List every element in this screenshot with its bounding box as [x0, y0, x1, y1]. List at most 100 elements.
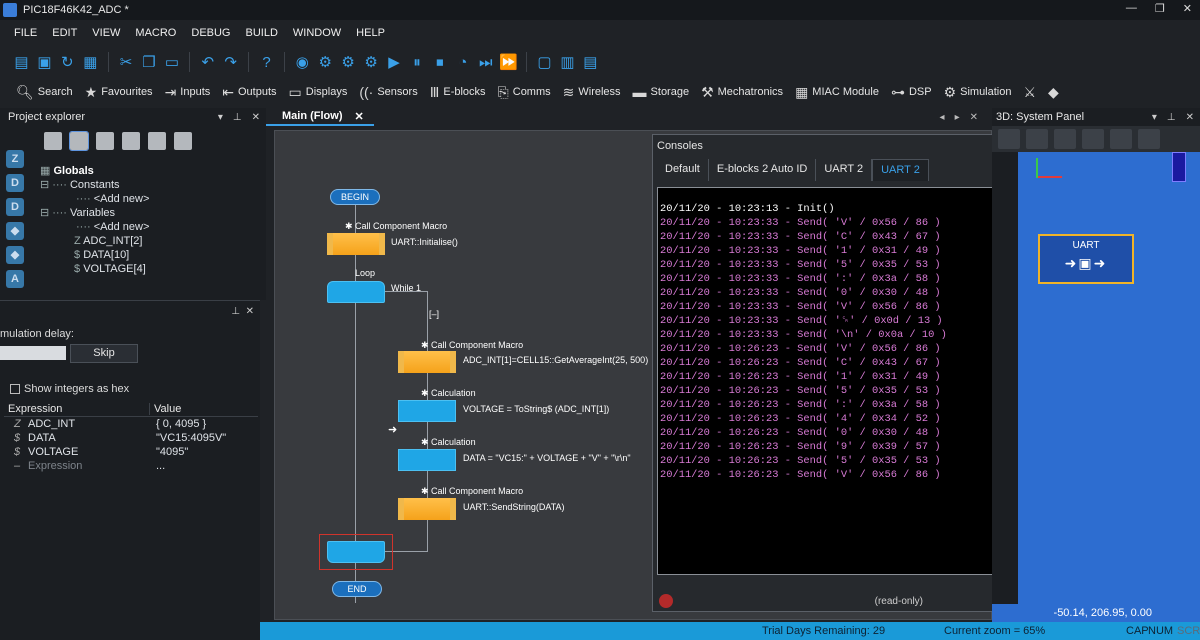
tree-globals[interactable]: ▦ Globals	[40, 164, 260, 178]
menu-macro[interactable]: MACRO	[135, 27, 176, 39]
sidebar-diamond-icon[interactable]: ◆	[6, 222, 24, 240]
sidebar-z-icon[interactable]: Z	[6, 150, 24, 168]
help-icon[interactable]: ?	[257, 51, 276, 73]
eblocks-button[interactable]: Ⅲ E-blocks	[430, 84, 486, 101]
menu-edit[interactable]: EDIT	[52, 27, 77, 39]
chip-icon[interactable]: ▥	[558, 51, 577, 73]
miac-button[interactable]: ▦ MIAC Module	[795, 84, 879, 101]
checkbox-box[interactable]	[10, 384, 20, 394]
menu-debug[interactable]: DEBUG	[191, 27, 230, 39]
cut-icon[interactable]: ✂	[117, 51, 136, 73]
cube-icon[interactable]	[1110, 129, 1132, 149]
select-icon[interactable]	[998, 129, 1020, 149]
skip-button[interactable]: Skip	[70, 344, 138, 363]
close-button[interactable]: ✕	[1183, 2, 1192, 15]
tree-variables[interactable]: ⊟ ···· Variables	[40, 206, 260, 220]
tree-var-adc-int[interactable]: Z ADC_INT[2]	[40, 234, 260, 248]
paste-icon[interactable]: ▭	[162, 51, 181, 73]
tab-main-flow[interactable]: Main (Flow) ✕	[266, 108, 374, 126]
dsp-button[interactable]: ⊶ DSP	[891, 84, 932, 101]
outputs-button[interactable]: ⇤ Outputs	[222, 84, 276, 101]
stop-icon[interactable]: ⏹	[430, 51, 449, 73]
tree-add-variable[interactable]: ···· <Add new>	[40, 220, 260, 234]
chevron-right-icon[interactable]: ▸	[955, 112, 960, 123]
simulation-button[interactable]: ⚙ Simulation	[944, 84, 1012, 101]
close-icon[interactable]: ✕	[246, 306, 254, 317]
calc2-block[interactable]	[398, 449, 456, 471]
displays-button[interactable]: ▭ Displays	[289, 84, 348, 101]
copy-icon[interactable]: ❐	[140, 51, 159, 73]
view-icon[interactable]: ◉	[293, 51, 312, 73]
console-output[interactable]: 20/11/20 - 10:23:13 - Init() 20/11/20 - 1…	[657, 187, 1003, 575]
loop-block[interactable]	[327, 281, 385, 303]
wireless-button[interactable]: ≋ Wireless	[563, 84, 621, 101]
minimize-button[interactable]: —	[1126, 2, 1137, 15]
table-row-add-expression[interactable]: – Expression ...	[4, 459, 258, 473]
chevron-left-icon[interactable]: ◂	[940, 112, 945, 123]
step-over-icon[interactable]: ⏩	[499, 51, 518, 73]
pause-icon[interactable]: ⏸	[408, 51, 427, 73]
tools-button[interactable]: ⚔	[1023, 84, 1036, 101]
pe-tool-ports-icon[interactable]	[44, 132, 62, 150]
begin-terminal[interactable]: BEGIN	[330, 189, 380, 205]
shapes-button[interactable]: ◆	[1048, 84, 1059, 101]
ccm1-block[interactable]	[327, 233, 385, 255]
zoom-slider[interactable]	[1172, 152, 1186, 182]
close-icon[interactable]: ✕	[252, 112, 260, 123]
tree-add-constant[interactable]: ···· <Add new>	[40, 192, 260, 206]
sphere-icon[interactable]	[1054, 129, 1076, 149]
loop-end-block[interactable]	[327, 541, 385, 563]
favourites-button[interactable]: ★ Favourites	[85, 84, 153, 101]
menu-help[interactable]: HELP	[356, 27, 385, 39]
pin-icon[interactable]: ⊥	[233, 112, 242, 123]
sidebar-d-icon[interactable]: D	[6, 174, 24, 192]
save-icon[interactable]: ▣	[35, 51, 54, 73]
sim-icon[interactable]: ◔	[453, 51, 472, 73]
compile-icon[interactable]: ▤	[581, 51, 600, 73]
sidebar-a-icon[interactable]: A	[6, 270, 24, 288]
console-tab-default[interactable]: Default	[657, 159, 709, 181]
tree-var-data[interactable]: $ DATA[10]	[40, 248, 260, 262]
pin-icon[interactable]: ⊥	[231, 306, 240, 317]
scale-icon[interactable]	[1082, 129, 1104, 149]
end-terminal[interactable]: END	[332, 581, 382, 597]
uart-component[interactable]: UART ➜▣➜	[1038, 234, 1134, 284]
storage-button[interactable]: ▬ Storage	[633, 84, 690, 100]
chevron-down-icon[interactable]: ▾	[1152, 112, 1157, 123]
undo-icon[interactable]: ↶	[198, 51, 217, 73]
sidebar-node-icon[interactable]: ◆	[6, 246, 24, 264]
chevron-down-icon[interactable]: ▾	[218, 112, 223, 123]
record-icon[interactable]	[659, 594, 673, 608]
console-tab-uart2-active[interactable]: UART 2	[872, 159, 929, 181]
ccm2-block[interactable]	[398, 351, 456, 373]
show-hex-checkbox[interactable]: Show integers as hex	[10, 383, 129, 395]
pe-tool-components-icon[interactable]	[122, 132, 140, 150]
refresh-icon[interactable]: ↻	[58, 51, 77, 73]
close-icon[interactable]: ✕	[1186, 112, 1194, 123]
tree-var-voltage[interactable]: $ VOLTAGE[4]	[40, 262, 260, 276]
system-panel-viewport[interactable]	[1018, 152, 1200, 604]
play-icon[interactable]: ▶	[385, 51, 404, 73]
table-row[interactable]: Z ADC_INT { 0, 4095 }	[4, 417, 258, 431]
pe-tool-events-icon[interactable]	[174, 132, 192, 150]
mechatronics-button[interactable]: ⚒ Mechatronics	[701, 84, 783, 101]
console-tab-eblocks[interactable]: E-blocks 2 Auto ID	[709, 159, 817, 181]
table-row[interactable]: $ DATA "VC15:4095V"	[4, 431, 258, 445]
menu-file[interactable]: FILE	[14, 27, 37, 39]
close-icon[interactable]: ✕	[970, 112, 978, 123]
collapse-toggle[interactable]: [–]	[429, 309, 439, 319]
redo-icon[interactable]: ↷	[221, 51, 240, 73]
col-value[interactable]: Value	[150, 403, 181, 415]
search-button[interactable]: 🔍︎ Search	[16, 84, 73, 101]
sim-delay-slider[interactable]	[0, 346, 66, 360]
menu-build[interactable]: BUILD	[246, 27, 278, 39]
col-expression[interactable]: Expression	[4, 402, 150, 415]
menu-view[interactable]: VIEW	[92, 27, 120, 39]
move-icon[interactable]	[1026, 129, 1048, 149]
ccm3-block[interactable]	[398, 498, 456, 520]
pe-tool-macros-icon[interactable]	[96, 132, 114, 150]
pe-tool-list-icon[interactable]	[148, 132, 166, 150]
pe-tool-globals-icon[interactable]	[69, 131, 89, 151]
restore-button[interactable]: ❐	[1155, 2, 1165, 15]
debug-io-icon[interactable]: ⚙	[316, 51, 335, 73]
